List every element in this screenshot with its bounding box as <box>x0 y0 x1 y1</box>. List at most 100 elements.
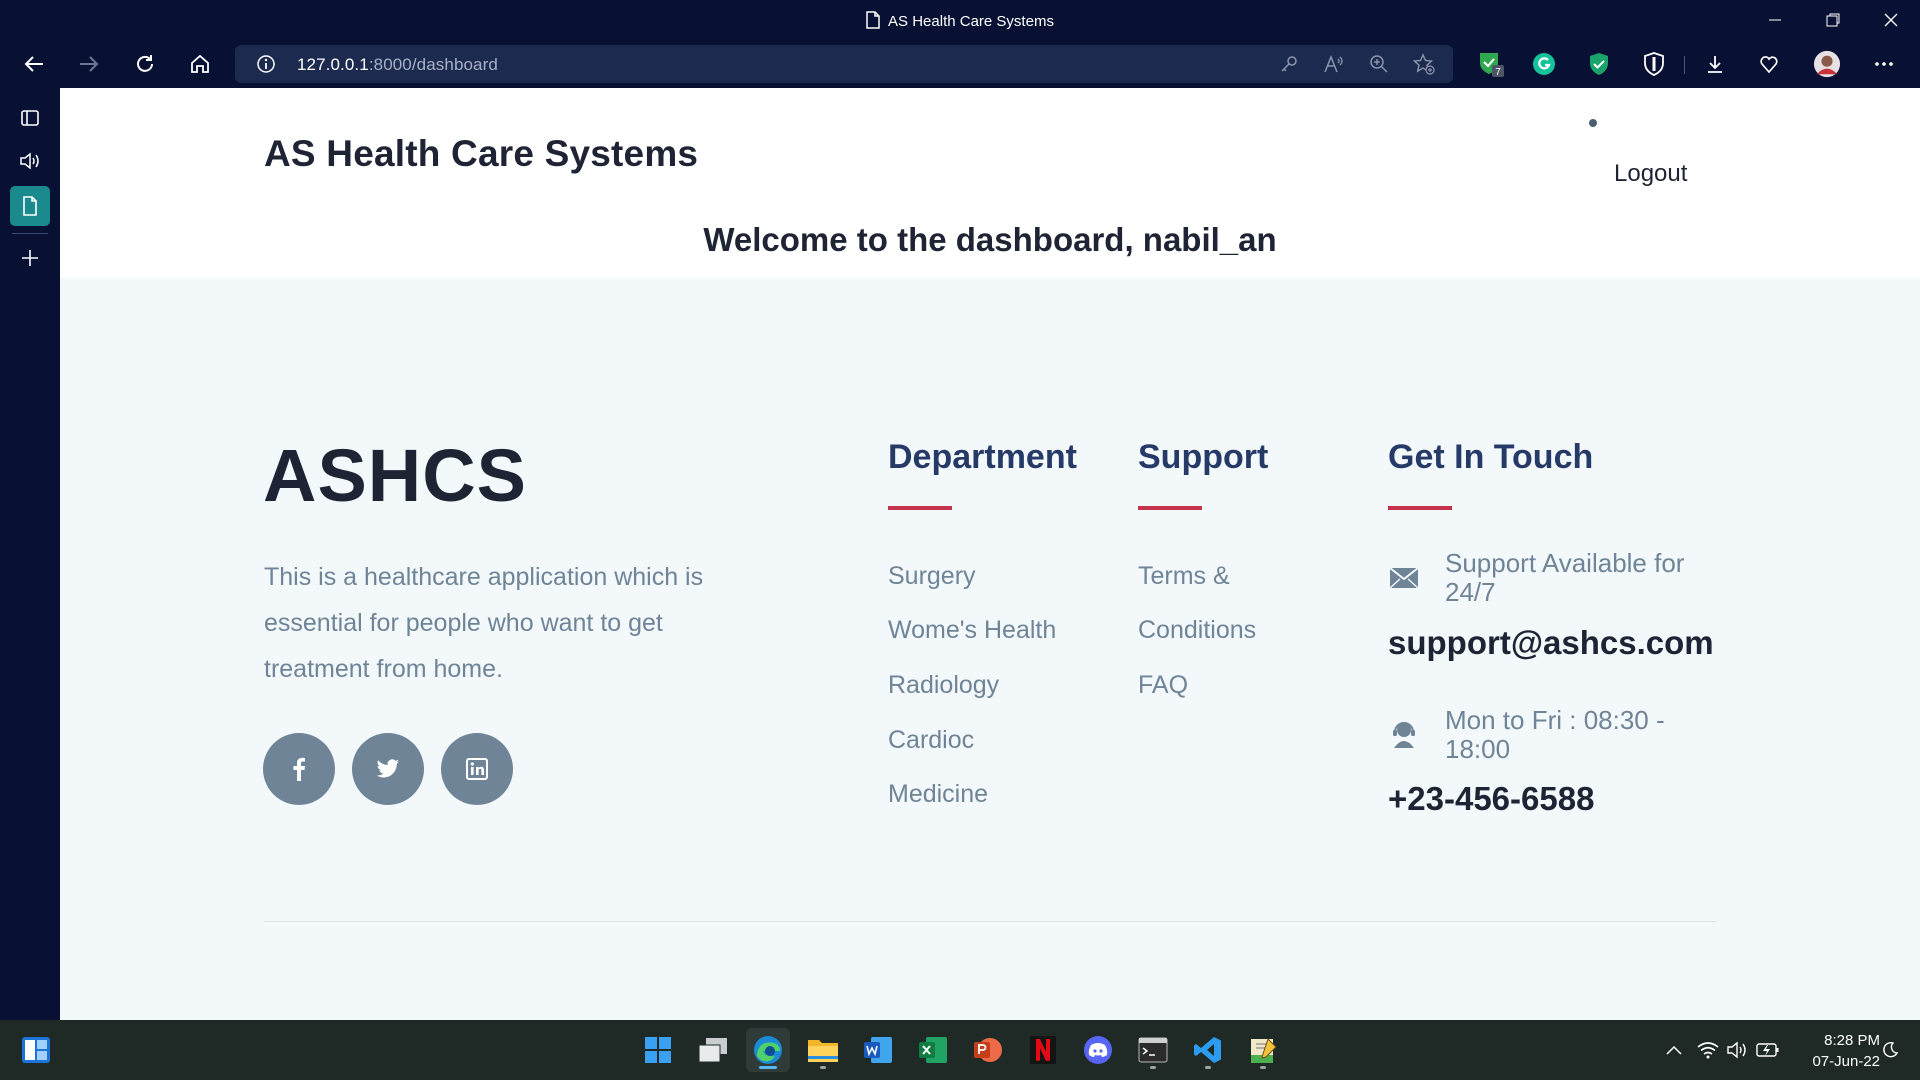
vertical-tabs-strip <box>0 88 60 1020</box>
tab-actions-icon <box>21 110 39 126</box>
wifi-icon <box>1697 1042 1719 1059</box>
taskbar-excel[interactable] <box>911 1028 955 1072</box>
taskbar-terminal[interactable] <box>1131 1028 1175 1072</box>
file-explorer-icon <box>808 1040 838 1062</box>
more-dots-icon <box>1875 62 1893 66</box>
battery-button[interactable] <box>1756 1038 1780 1062</box>
taskbar-netflix[interactable] <box>1021 1028 1065 1072</box>
active-tab-button[interactable] <box>10 186 50 226</box>
zoom-icon[interactable] <box>1368 53 1390 75</box>
grammarly-icon <box>1533 53 1555 75</box>
adblock-extension-button[interactable]: 7 <box>1477 50 1505 78</box>
dept-link-surgery[interactable]: Surgery <box>888 562 976 591</box>
facebook-button[interactable] <box>263 733 335 805</box>
taskbar-powerpoint[interactable] <box>966 1028 1010 1072</box>
close-icon <box>1884 13 1898 27</box>
performance-button[interactable] <box>1755 50 1783 78</box>
taskbar-indicator <box>1205 1066 1211 1069</box>
twitter-button[interactable] <box>352 733 424 805</box>
word-icon <box>864 1037 892 1063</box>
restore-button[interactable] <box>1810 6 1856 34</box>
url-host: 127.0.0.1 <box>297 55 369 74</box>
support-link-conditions[interactable]: Conditions <box>1138 616 1256 645</box>
chevron-up-icon <box>1666 1045 1682 1055</box>
url-text[interactable]: 127.0.0.1:8000/dashboard <box>297 55 498 75</box>
powerpoint-icon <box>974 1038 1002 1062</box>
start-button[interactable] <box>636 1028 680 1072</box>
dept-link-radiology[interactable]: Radiology <box>888 671 999 700</box>
contact-heading: Get In Touch <box>1388 438 1594 476</box>
footer-divider <box>264 921 1716 922</box>
twitter-icon <box>376 759 399 778</box>
taskbar-notepad[interactable] <box>1241 1028 1285 1072</box>
site-header: AS Health Care Systems Logout Welcome to… <box>60 88 1920 278</box>
dept-link-medicine[interactable]: Medicine <box>888 780 988 809</box>
taskbar-discord[interactable] <box>1076 1028 1120 1072</box>
plus-icon <box>22 250 38 266</box>
clock-date: 07-Jun-22 <box>1812 1053 1880 1070</box>
downloads-button[interactable] <box>1701 50 1729 78</box>
shield-outline-icon <box>1644 52 1664 76</box>
site-brand[interactable]: AS Health Care Systems <box>264 133 698 175</box>
shield-check-icon: 7 <box>1480 53 1504 78</box>
footer-logo[interactable]: ASHCS <box>263 433 527 518</box>
taskbar-vscode[interactable] <box>1186 1028 1230 1072</box>
taskbar-indicator <box>1260 1066 1266 1069</box>
minimize-button[interactable] <box>1752 6 1798 34</box>
welcome-heading: Welcome to the dashboard, nabil_an <box>703 221 1277 258</box>
system-clock[interactable]: 8:28 PM 07-Jun-22 <box>1780 1030 1880 1072</box>
site-info-icon[interactable] <box>255 53 277 75</box>
password-key-icon[interactable] <box>1278 53 1300 75</box>
profile-avatar-button[interactable] <box>1813 50 1841 78</box>
speaker-icon <box>1727 1041 1746 1059</box>
show-hidden-icons-button[interactable] <box>1662 1038 1686 1062</box>
linkedin-button[interactable] <box>441 733 513 805</box>
new-tab-button[interactable] <box>10 238 50 278</box>
dept-link-cardiac[interactable]: Cardioc <box>888 726 974 755</box>
more-menu-button[interactable] <box>1870 50 1898 78</box>
widgets-button[interactable] <box>14 1028 58 1072</box>
support-link-faq[interactable]: FAQ <box>1138 671 1188 700</box>
window-title: AS Health Care Systems <box>0 11 1920 30</box>
forward-button[interactable] <box>71 46 107 82</box>
refresh-button[interactable] <box>127 46 163 82</box>
security-extension-button[interactable] <box>1585 50 1613 78</box>
audio-tab-button[interactable] <box>10 141 50 181</box>
favorite-star-icon[interactable] <box>1413 53 1435 75</box>
privacy-extension-button[interactable] <box>1640 50 1668 78</box>
focus-assist-button[interactable] <box>1878 1038 1902 1062</box>
address-bar[interactable]: 127.0.0.1:8000/dashboard <box>235 45 1453 83</box>
nav-list-bullet <box>1589 119 1597 127</box>
restore-icon <box>1826 13 1840 27</box>
home-icon <box>191 54 209 73</box>
logout-link[interactable]: Logout <box>1614 160 1687 188</box>
footer-description: This is a healthcare application which i… <box>264 563 704 683</box>
taskbar-file-explorer[interactable] <box>801 1028 845 1072</box>
discord-icon <box>1084 1036 1112 1064</box>
moon-icon <box>1883 1041 1899 1058</box>
taskbar-edge[interactable] <box>746 1028 790 1072</box>
tab-actions-button[interactable] <box>10 98 50 138</box>
browser-toolbar: 127.0.0.1:8000/dashboard 7 <box>0 40 1920 88</box>
taskbar-indicator <box>759 1066 777 1069</box>
netflix-icon <box>1030 1036 1056 1064</box>
back-button[interactable] <box>16 46 52 82</box>
dept-link-womens-health[interactable]: Wome's Health <box>888 616 1056 645</box>
read-aloud-icon[interactable] <box>1323 53 1345 75</box>
battery-charging-icon <box>1756 1043 1779 1057</box>
taskbar-word[interactable] <box>856 1028 900 1072</box>
support-email-link[interactable]: support@ashcs.com <box>1388 624 1714 662</box>
network-button[interactable] <box>1696 1038 1720 1062</box>
volume-button[interactable] <box>1726 1038 1750 1062</box>
task-view-icon <box>698 1038 727 1063</box>
grammarly-extension-button[interactable] <box>1530 50 1558 78</box>
download-icon <box>1708 56 1722 73</box>
support-phone-link[interactable]: +23-456-6588 <box>1388 780 1594 818</box>
sidebar-divider <box>12 233 48 234</box>
support-link-terms[interactable]: Terms & <box>1138 562 1230 591</box>
close-window-button[interactable] <box>1868 6 1914 34</box>
task-view-button[interactable] <box>691 1028 735 1072</box>
home-button[interactable] <box>182 46 218 82</box>
department-underline <box>888 506 952 510</box>
speaker-icon <box>20 152 39 170</box>
